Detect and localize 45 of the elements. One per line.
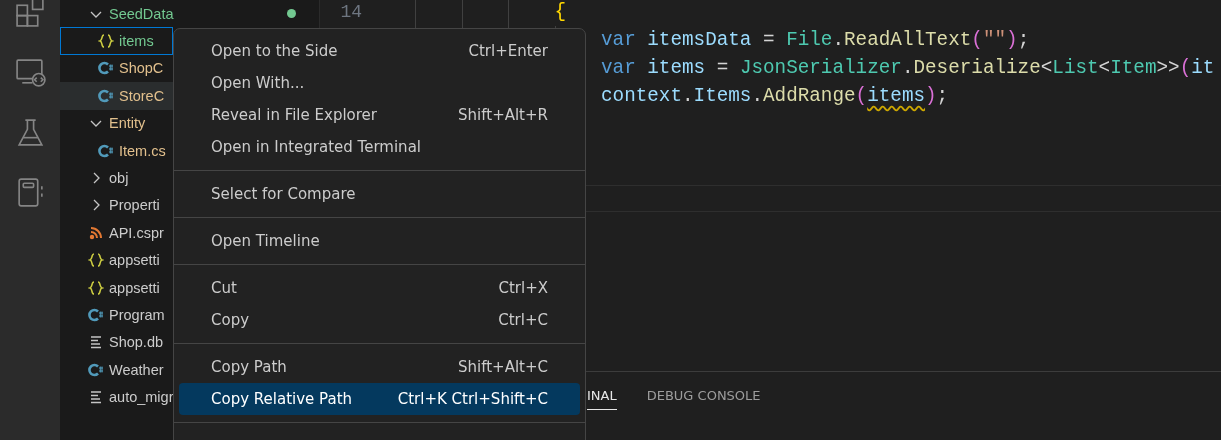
code-line: { — [554, 0, 567, 25]
menu-item[interactable]: Reveal in File Explorer Shift+Alt+R — [179, 99, 580, 131]
code-line: var itemsData = File.ReadAllText(""); — [601, 28, 1030, 53]
braces-icon — [98, 33, 114, 50]
tree-item[interactable]: Entity — [60, 109, 173, 137]
tree-item[interactable]: Shop.db — [60, 328, 173, 357]
menu-item[interactable]: Copy Relative Path Ctrl+K Ctrl+Shift+C — [179, 383, 580, 415]
tree-item[interactable]: ShopC — [60, 54, 173, 83]
remote-explorer-icon[interactable] — [13, 56, 47, 89]
menu-item[interactable]: Open With... — [179, 67, 580, 99]
csharp-icon — [88, 307, 104, 323]
tree-item[interactable]: Weather — [60, 356, 173, 384]
code-line: var items = JsonSerializer.Deserialize<List<Item>>(it — [601, 56, 1215, 81]
code-line: context.Items.AddRange(items); — [601, 84, 949, 109]
extensions-icon[interactable] — [13, 0, 47, 29]
tree-item[interactable]: API.cspr — [60, 219, 173, 247]
braces-icon — [88, 252, 104, 269]
menu-item[interactable]: Open to the Side Ctrl+Enter — [179, 35, 580, 67]
tree-item[interactable]: Item.cs — [60, 136, 173, 165]
tree-item[interactable]: Properti — [60, 191, 173, 220]
tree-item[interactable]: Program — [60, 301, 173, 329]
tree-item[interactable]: appsetti — [60, 246, 173, 274]
rss-icon — [88, 224, 104, 241]
menu-item[interactable]: Copy Ctrl+C — [179, 304, 580, 336]
csharp-icon — [88, 361, 104, 378]
tree-item[interactable]: appsetti — [60, 273, 173, 302]
panel-tab[interactable]: DEBUG CONSOLE — [646, 382, 761, 410]
tree-item[interactable]: StoreC — [60, 82, 173, 110]
line-number: 14 — [339, 2, 362, 22]
menu-item[interactable]: Cut Ctrl+X — [179, 272, 580, 304]
lines-icon — [88, 389, 104, 406]
csharp-icon — [98, 142, 114, 159]
tree-item[interactable]: SeedData — [60, 0, 173, 28]
braces-icon — [88, 279, 104, 296]
menu-item[interactable]: Open Timeline — [179, 225, 580, 257]
menu-item[interactable]: Open in Integrated Terminal — [179, 131, 580, 163]
csharp-icon — [98, 87, 114, 104]
tree-item[interactable]: auto_migr — [60, 383, 173, 411]
tree-item[interactable]: items — [60, 27, 173, 55]
menu-item[interactable]: Select for Compare — [179, 178, 580, 210]
lines-icon — [88, 334, 104, 351]
panel-tab[interactable]: INAL — [587, 382, 617, 410]
tree-item[interactable]: obj — [60, 164, 173, 192]
menu-item[interactable]: Copy Path Shift+Alt+C — [179, 351, 580, 383]
csharp-icon — [98, 60, 114, 77]
